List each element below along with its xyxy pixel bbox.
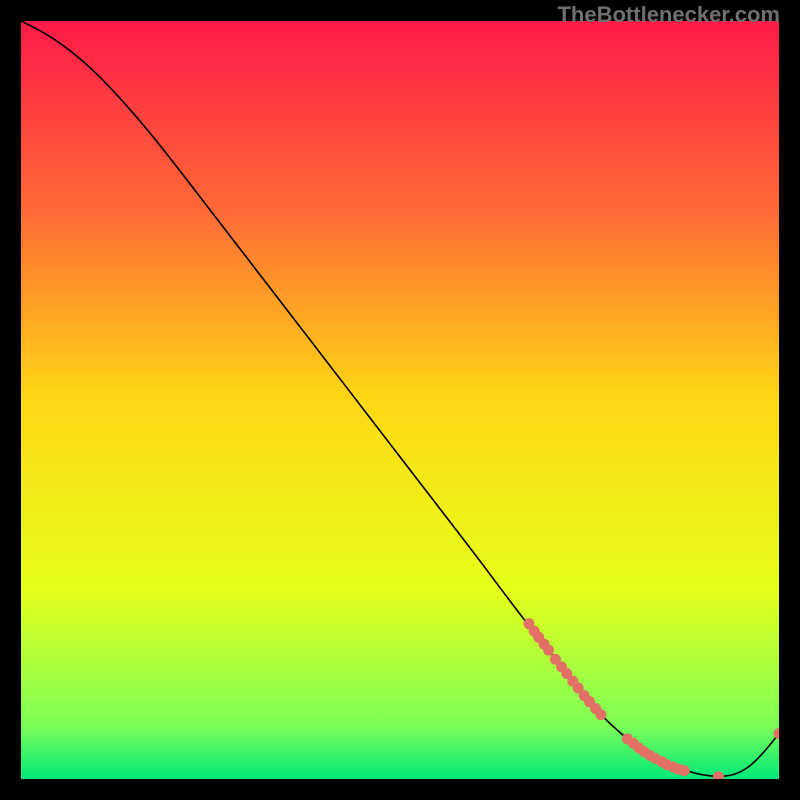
highlight-point <box>595 709 606 720</box>
watermark: TheBottlenecker.com <box>557 2 780 28</box>
chart-svg <box>21 21 779 779</box>
highlight-point <box>679 765 690 776</box>
highlight-point <box>543 645 554 656</box>
chart-plot-area <box>21 21 779 779</box>
chart-background <box>21 21 779 779</box>
